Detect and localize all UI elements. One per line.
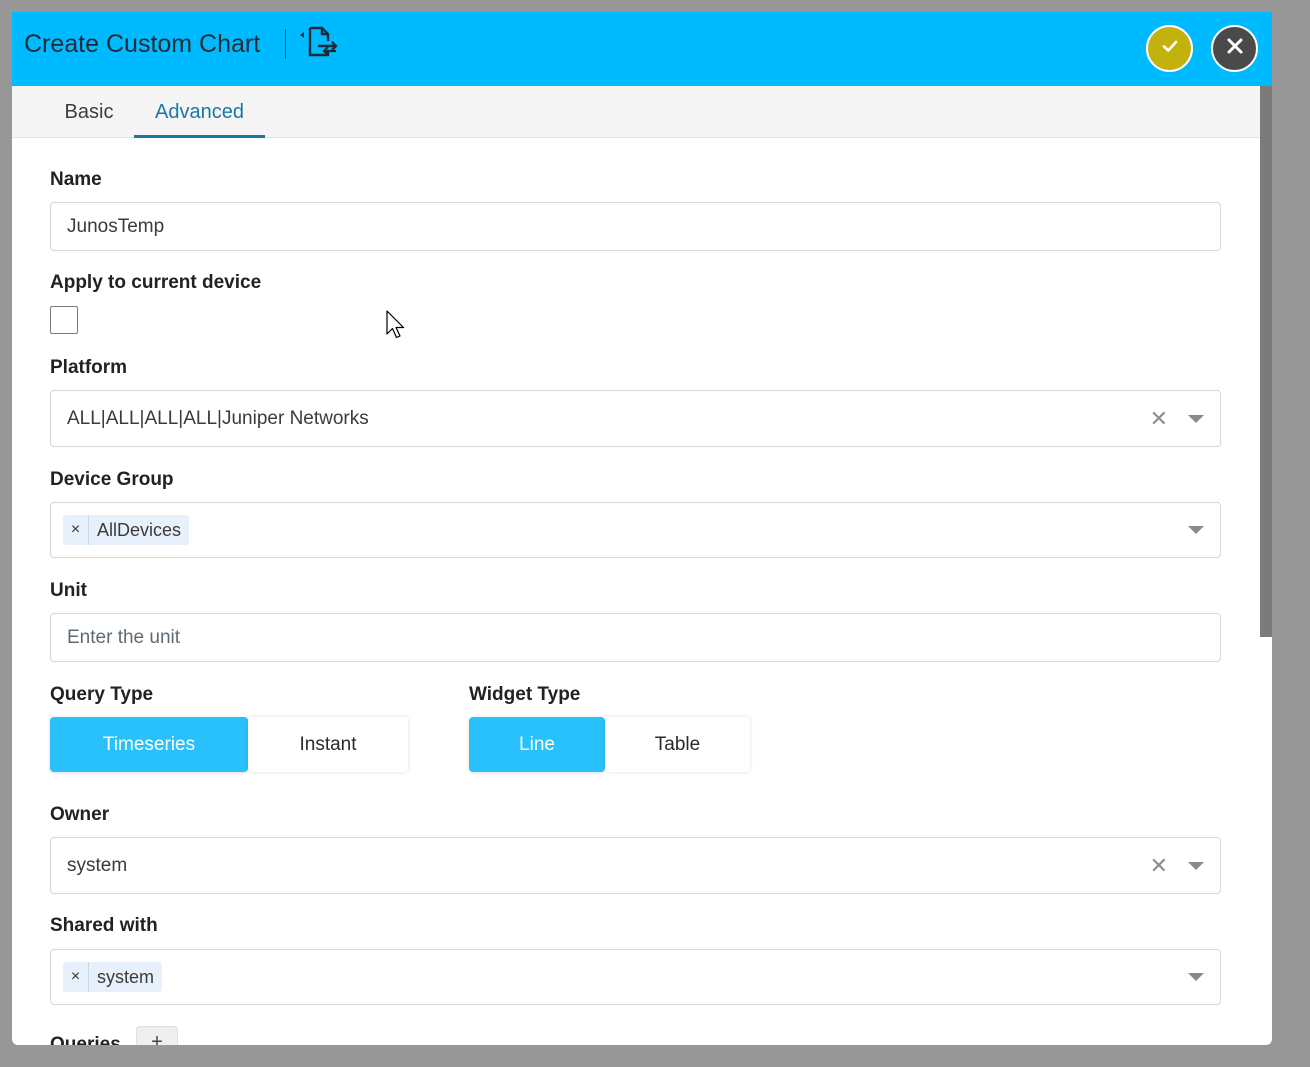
unit-input[interactable]: Enter the unit	[50, 613, 1221, 662]
unit-placeholder: Enter the unit	[67, 627, 181, 648]
mouse-cursor-icon	[386, 310, 408, 340]
create-custom-chart-dialog: Create Custom Chart Basic Advanced Name …	[12, 12, 1272, 1045]
query-type-label: Query Type	[50, 684, 154, 705]
chip-remove-icon[interactable]: ×	[63, 515, 89, 545]
device-group-label: Device Group	[50, 469, 174, 490]
chip-label: system	[97, 966, 155, 987]
close-button[interactable]	[1211, 25, 1258, 72]
name-value: JunosTemp	[67, 216, 165, 237]
device-group-chip: × AllDevices	[63, 515, 190, 545]
queries-label: Queries	[50, 1034, 121, 1045]
platform-label: Platform	[50, 357, 128, 378]
shared-with-select[interactable]: × system	[50, 949, 1221, 1005]
title-separator	[285, 29, 286, 59]
chip-remove-icon[interactable]: ×	[63, 962, 89, 992]
shared-with-chip: × system	[63, 962, 163, 992]
export-icon[interactable]	[298, 25, 346, 61]
query-type-instant[interactable]: Instant	[248, 717, 408, 772]
shared-with-label: Shared with	[50, 915, 158, 936]
widget-type-line[interactable]: Line	[469, 717, 605, 772]
owner-select[interactable]: system ✕	[50, 837, 1221, 894]
add-query-button[interactable]: +	[136, 1026, 178, 1045]
apply-current-device-checkbox[interactable]	[50, 306, 78, 334]
chip-label: AllDevices	[97, 519, 182, 540]
unit-label: Unit	[50, 580, 87, 601]
chevron-down-icon[interactable]	[1188, 526, 1204, 534]
owner-label: Owner	[50, 804, 110, 825]
widget-type-label: Widget Type	[469, 684, 581, 705]
name-input[interactable]: JunosTemp	[50, 202, 1221, 251]
device-group-select[interactable]: × AllDevices	[50, 502, 1221, 558]
platform-select[interactable]: ALL|ALL|ALL|ALL|Juniper Networks ✕	[50, 390, 1221, 447]
confirm-button[interactable]	[1146, 25, 1193, 72]
platform-value: ALL|ALL|ALL|ALL|Juniper Networks	[67, 408, 369, 429]
scrollbar[interactable]	[1260, 86, 1272, 637]
tab-bar: Basic Advanced	[12, 86, 1260, 138]
close-icon	[1226, 37, 1244, 60]
apply-current-device-label: Apply to current device	[50, 272, 262, 293]
tab-advanced[interactable]: Advanced	[134, 86, 265, 138]
chevron-down-icon[interactable]	[1188, 862, 1204, 870]
dialog-title: Create Custom Chart	[24, 30, 261, 58]
widget-type-table[interactable]: Table	[605, 717, 750, 772]
dialog-header: Create Custom Chart	[12, 12, 1272, 86]
tab-basic[interactable]: Basic	[44, 86, 134, 138]
owner-value: system	[67, 855, 128, 876]
name-label: Name	[50, 169, 102, 190]
query-type-timeseries[interactable]: Timeseries	[50, 717, 248, 772]
chevron-down-icon[interactable]	[1188, 415, 1204, 423]
check-icon	[1160, 36, 1180, 61]
owner-clear-icon[interactable]: ✕	[1150, 853, 1168, 879]
platform-clear-icon[interactable]: ✕	[1150, 406, 1168, 432]
chevron-down-icon[interactable]	[1188, 973, 1204, 981]
